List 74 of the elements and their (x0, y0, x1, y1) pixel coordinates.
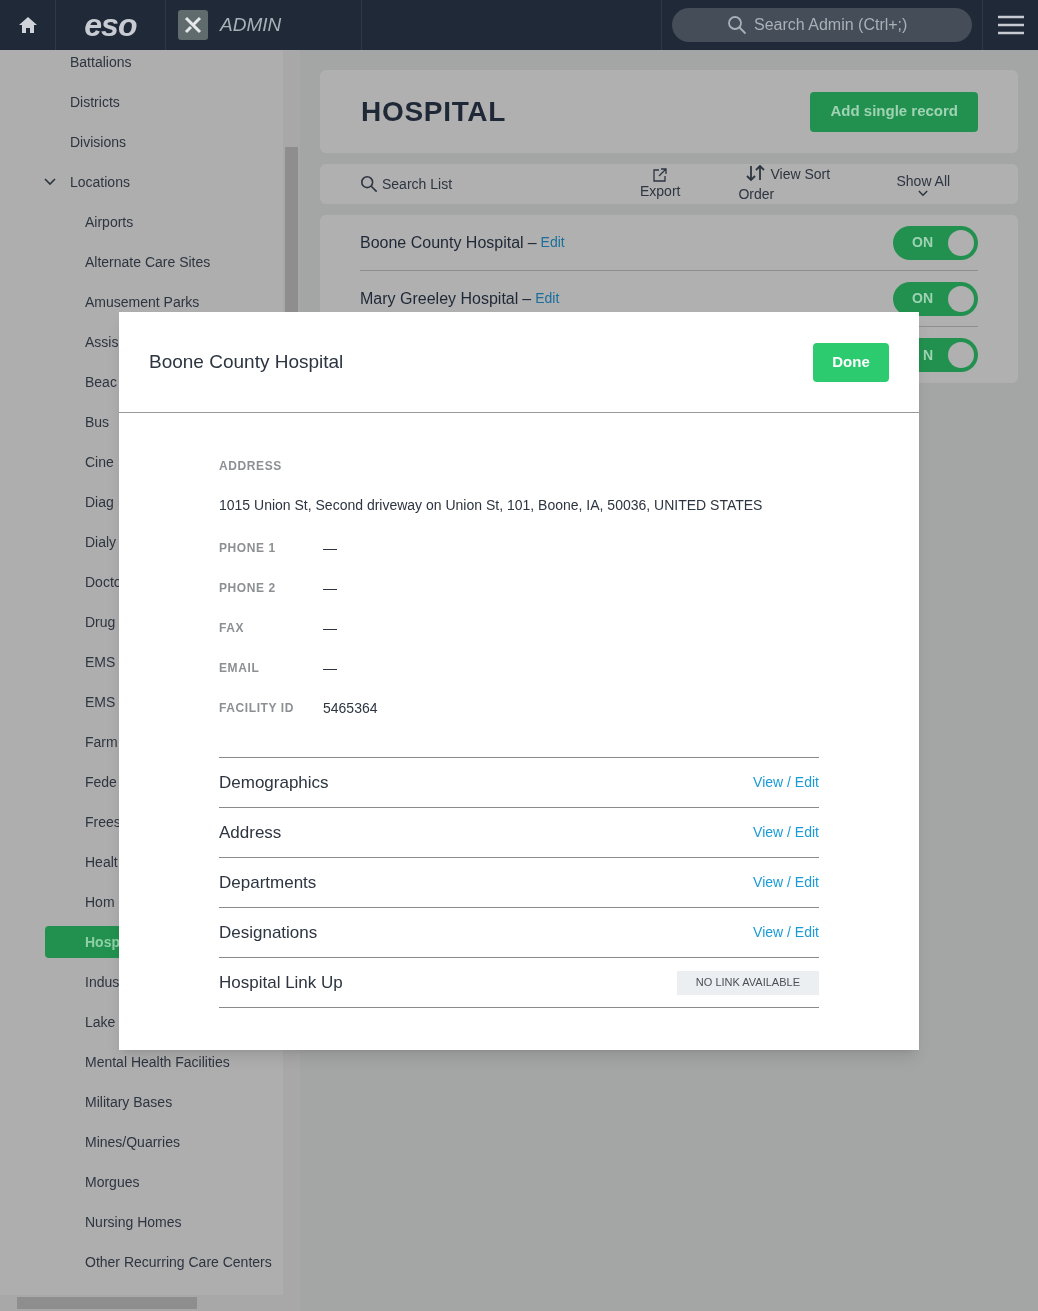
sidebar-item[interactable]: Beac (0, 371, 117, 393)
field-value: — (323, 578, 337, 598)
separator: – (527, 232, 537, 253)
dialog-title: Boone County Hospital (149, 349, 344, 374)
field-label: PHONE 2 (219, 580, 277, 597)
field-value: 5465364 (323, 698, 378, 718)
chevron-icon[interactable] (44, 178, 56, 186)
sidebar-item[interactable]: Nursing Homes (0, 1211, 182, 1233)
sidebar-item[interactable]: Divisions (0, 131, 126, 153)
sidebar-item[interactable]: Mines/Quarries (0, 1131, 180, 1153)
sidebar-item[interactable]: EMS (0, 651, 116, 673)
sidebar-item[interactable]: Alternate Care Sites (0, 251, 211, 273)
sidebar-item[interactable]: Dialy (0, 531, 117, 553)
sidebar-item[interactable]: Frees (0, 811, 121, 833)
app-title: ADMIN (220, 12, 282, 37)
page-title: HOSPITAL (361, 94, 507, 129)
sidebar-item[interactable]: Morgues (0, 1171, 140, 1193)
section-title: Departments (219, 871, 317, 894)
field-value: — (323, 538, 337, 558)
sidebar-item[interactable]: Hom (0, 891, 115, 913)
field-label: PHONE 1 (219, 540, 277, 557)
record-name: Boone County Hospital (360, 232, 524, 253)
sidebar-item[interactable]: Lake (0, 1011, 116, 1033)
search-list-button[interactable]: Search List (360, 173, 620, 195)
chevron-icon (918, 189, 929, 197)
record-name: Mary Greeley Hospital (360, 288, 519, 309)
home-icon[interactable] (17, 16, 38, 34)
show-all-dropdown[interactable]: Show All (896, 171, 951, 197)
field-value: — (323, 618, 337, 638)
field-label: FACILITY ID (219, 700, 296, 717)
sort-icon (746, 165, 767, 181)
view-edit-link[interactable]: View / Edit (753, 922, 819, 943)
sidebar-item[interactable]: Amusement Parks (0, 291, 200, 313)
sidebar-item[interactable]: Cine (0, 451, 114, 473)
sidebar-item[interactable]: Bus (0, 411, 110, 433)
view-edit-link[interactable]: View / Edit (753, 822, 819, 843)
export-button[interactable]: Export (640, 168, 681, 200)
search-icon (727, 15, 747, 35)
section-title: Address (219, 821, 282, 844)
logo[interactable]: eso (84, 9, 137, 41)
section-title: Demographics (219, 771, 329, 794)
search-icon (360, 175, 378, 193)
sidebar-item[interactable]: Battalions (0, 51, 132, 73)
sidebar-item[interactable]: Locations (0, 171, 130, 193)
separator: – (522, 288, 532, 309)
sort-order-button[interactable]: View Sort Order (738, 164, 849, 204)
sidebar-item[interactable]: EMS (0, 691, 116, 713)
section-title: Hospital Link Up (219, 971, 343, 994)
address-text: 1015 Union St, Second driveway on Union St, 101, Boone, IA, 50036, UNITED STATES (219, 496, 764, 515)
export-icon (653, 168, 668, 182)
field-label: ADDRESS (219, 458, 283, 475)
sidebar-item[interactable]: Districts (0, 91, 120, 113)
field-value: — (323, 658, 337, 678)
sidebar-item[interactable]: Other Recurring Care Centers (0, 1251, 272, 1273)
horizontal-scrollbar[interactable] (0, 1295, 300, 1311)
sidebar-item[interactable]: Military Bases (0, 1091, 173, 1113)
field-label: EMAIL (219, 660, 261, 677)
sidebar-item[interactable]: Farm (0, 731, 118, 753)
menu-icon[interactable] (997, 15, 1024, 35)
sidebar-item[interactable]: Indus (0, 971, 120, 993)
sidebar-item[interactable]: Mental Health Facilities (0, 1051, 230, 1073)
field-label: FAX (219, 620, 246, 637)
view-edit-link[interactable]: View / Edit (753, 872, 819, 893)
sidebar-item[interactable]: Drug (0, 611, 116, 633)
tools-icon (178, 10, 208, 40)
sidebar-item[interactable]: Diag (0, 491, 114, 513)
sidebar-item[interactable]: Fede (0, 771, 117, 793)
status-badge: NO LINK AVAILABLE (676, 970, 819, 995)
section-title: Designations (219, 921, 318, 944)
sidebar-item[interactable]: Healt (0, 851, 118, 873)
view-edit-link[interactable]: View / Edit (753, 772, 819, 793)
sidebar-item[interactable]: Airports (0, 211, 134, 233)
search-field[interactable]: Search Admin (Ctrl+;) (672, 8, 972, 42)
sidebar-item[interactable]: Assis (0, 331, 119, 353)
